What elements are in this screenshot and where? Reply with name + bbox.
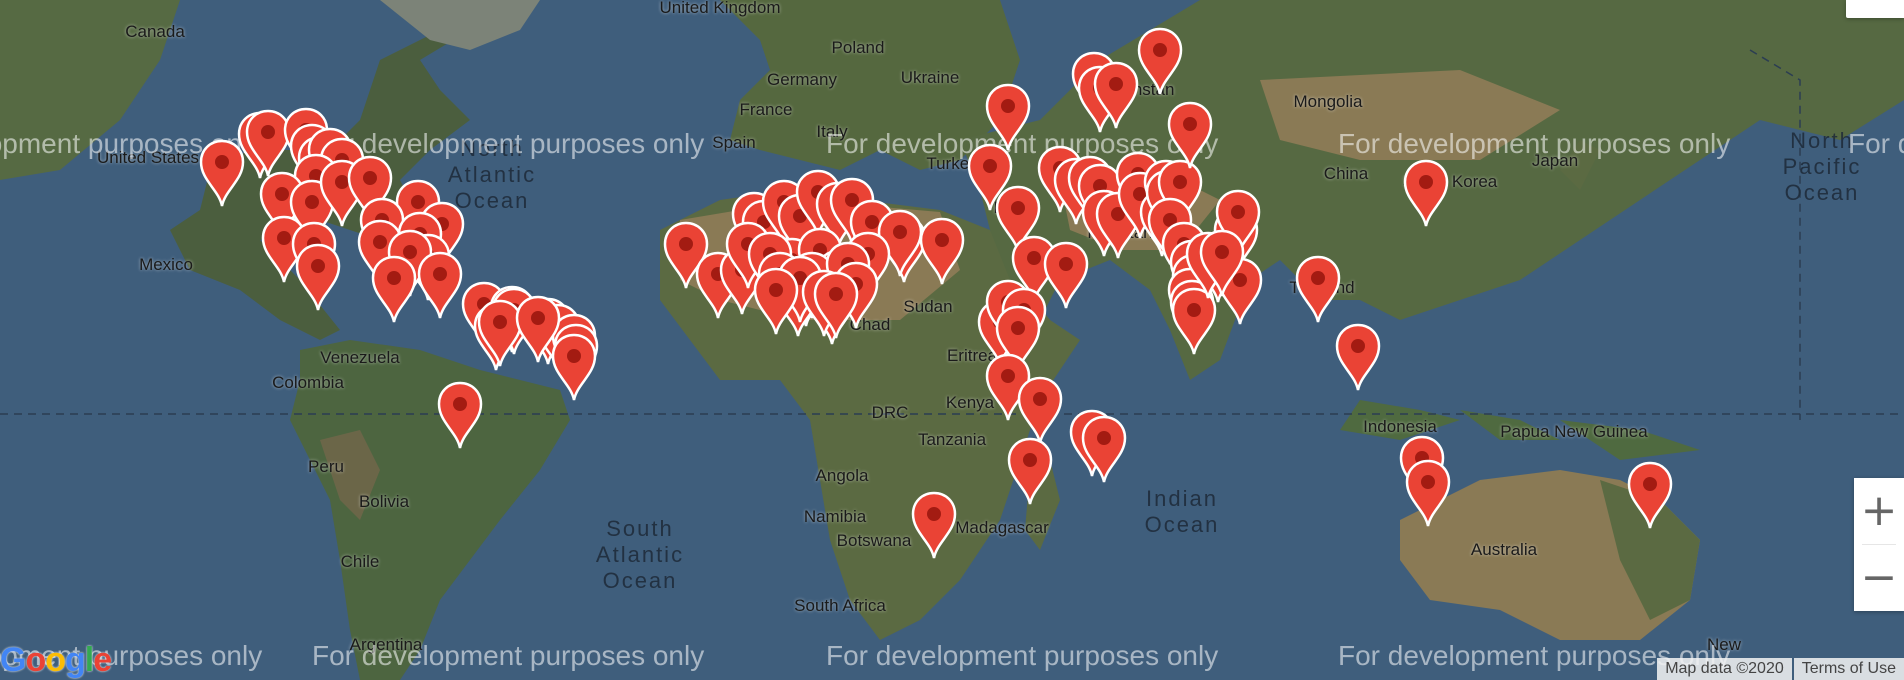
map-marker[interactable] xyxy=(1293,254,1343,324)
country-label: Angola xyxy=(815,466,869,485)
map-marker[interactable] xyxy=(435,380,485,450)
country-label: Madagascar xyxy=(955,518,1049,537)
logo-letter: g xyxy=(65,641,86,679)
map-marker[interactable] xyxy=(917,216,967,286)
map-marker[interactable] xyxy=(1333,322,1383,392)
map-data-attribution[interactable]: Map data ©2020 xyxy=(1657,658,1792,680)
country-label: Canada xyxy=(125,22,185,41)
map-marker[interactable] xyxy=(909,490,959,560)
fullscreen-button[interactable] xyxy=(1846,0,1904,18)
logo-letter: G xyxy=(0,641,26,679)
map-marker[interactable] xyxy=(1403,458,1453,528)
map-marker[interactable] xyxy=(1005,436,1055,506)
country-label: Venezuela xyxy=(320,348,400,367)
country-label: Germany xyxy=(767,70,837,89)
map-marker[interactable] xyxy=(1091,60,1141,130)
watermark-text: For development purposes only xyxy=(1338,128,1731,159)
map-marker[interactable] xyxy=(369,254,419,324)
country-label: Namibia xyxy=(803,507,867,526)
map-marker[interactable] xyxy=(1165,100,1215,170)
logo-letter: o xyxy=(25,641,46,679)
country-label: Botswana xyxy=(836,531,912,550)
map-marker[interactable] xyxy=(1625,460,1675,530)
logo-letter: o xyxy=(45,641,66,679)
ocean-label: South Atlantic Ocean xyxy=(595,516,685,593)
watermark-text: For development purposes only xyxy=(312,640,705,671)
map-marker[interactable] xyxy=(1135,26,1185,96)
country-label: Bolivia xyxy=(358,492,410,511)
country-label: Mexico xyxy=(139,255,193,274)
minus-icon: − xyxy=(1860,552,1898,603)
country-label: United Kingdom xyxy=(659,0,781,17)
map-marker[interactable] xyxy=(549,332,599,402)
watermark-text: For development purposes only xyxy=(826,640,1219,671)
attribution-bar: Map data ©2020 Terms of Use xyxy=(1655,658,1904,680)
country-label: China xyxy=(1323,164,1369,183)
country-label: Tanzania xyxy=(917,430,987,449)
country-label: France xyxy=(739,100,793,119)
country-label: Chile xyxy=(340,552,380,571)
country-label: Sudan xyxy=(903,297,953,316)
country-label: Australia xyxy=(1470,540,1538,559)
country-label: Poland xyxy=(831,38,885,57)
map-marker[interactable] xyxy=(751,266,801,336)
logo-letter: l xyxy=(84,641,95,679)
country-label: Spain xyxy=(712,133,756,152)
ocean-label: Indian Ocean xyxy=(1144,486,1220,537)
map-marker[interactable] xyxy=(811,270,861,340)
zoom-in-button[interactable]: + xyxy=(1854,478,1904,544)
map-marker[interactable] xyxy=(415,250,465,320)
country-label: Mongolia xyxy=(1293,92,1363,111)
country-label: Colombia xyxy=(272,373,344,392)
map-marker[interactable] xyxy=(293,242,343,312)
logo-letter: e xyxy=(93,641,112,679)
country-label: South Africa xyxy=(794,596,886,615)
zoom-out-button[interactable]: − xyxy=(1854,545,1904,611)
country-label: Papua New Guinea xyxy=(1500,422,1648,441)
zoom-control: + − xyxy=(1854,478,1904,611)
world-map[interactable]: Canada United States Mexico Venezuela Colomb… xyxy=(0,0,1904,680)
watermark-text: For development purposes only xyxy=(1848,128,1904,159)
map-marker[interactable] xyxy=(1079,414,1129,484)
google-logo[interactable]: Google xyxy=(0,641,112,680)
country-label: Peru xyxy=(308,457,344,476)
map-marker[interactable] xyxy=(1015,375,1065,445)
country-label: Ukraine xyxy=(900,68,960,87)
ocean-label: South Pacific Ocean xyxy=(0,520,15,598)
country-label: DRC xyxy=(871,403,909,422)
map-base-layer xyxy=(0,0,1904,680)
terms-link[interactable]: Terms of Use xyxy=(1793,658,1904,680)
map-marker[interactable] xyxy=(1197,228,1247,298)
map-marker[interactable] xyxy=(1401,158,1451,228)
plus-icon: + xyxy=(1860,485,1898,536)
